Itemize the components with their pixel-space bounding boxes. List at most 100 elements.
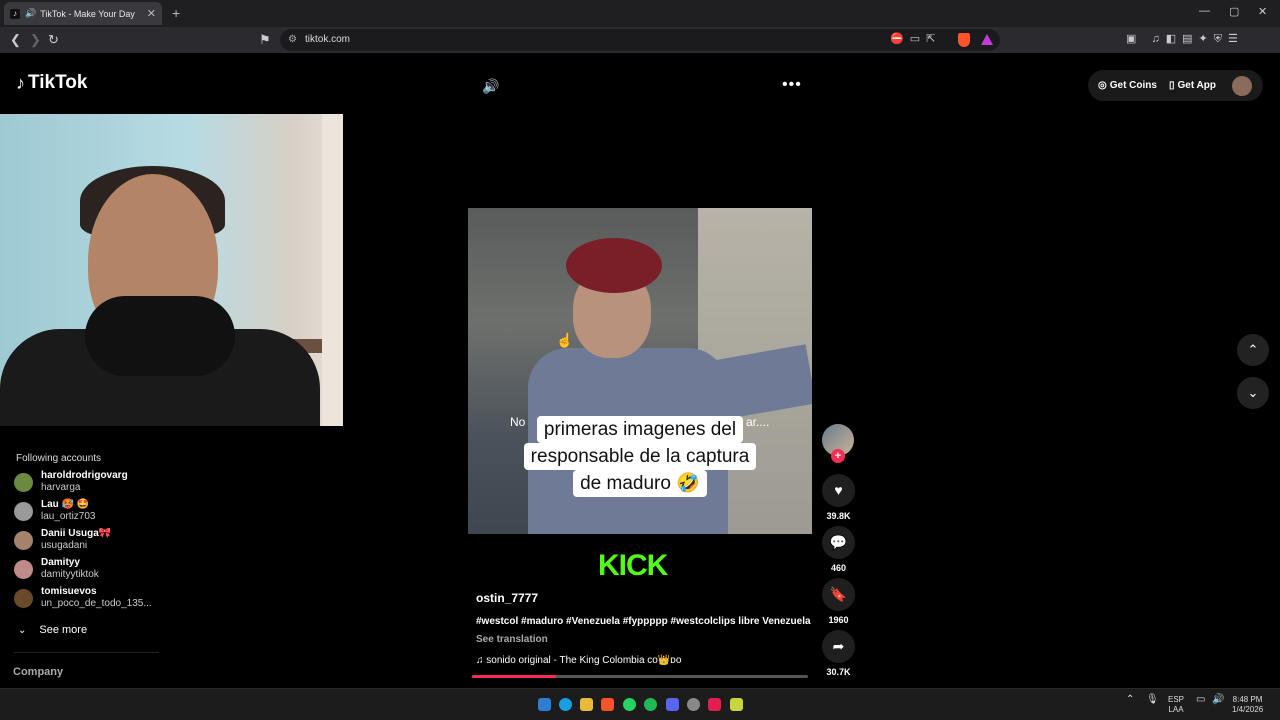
- video-progress-bar[interactable]: [472, 675, 808, 678]
- brave-icon[interactable]: [601, 698, 614, 711]
- video-description[interactable]: #westcol #maduro #Venezuela #fyppppp #we…: [476, 616, 811, 627]
- previous-video-button[interactable]: ⌃: [1237, 334, 1269, 366]
- app-icon[interactable]: [708, 698, 721, 711]
- browser-titlebar: ♪ 🔊 TikTok - Make Your Day ✕ + — ▢ ✕: [0, 0, 1280, 27]
- extension-icons[interactable]: ▣ ♫◧▤✦⛨☰: [1126, 32, 1244, 46]
- sound-label: sonido original - The King Colombia co👑ᴅ…: [486, 655, 682, 666]
- get-app-label: Get App: [1177, 80, 1216, 91]
- like-count: 39.8K: [826, 511, 851, 521]
- browser-toolbar: ❮ ❯ ↻ ⚑ ⚙ tiktok.com ⛔▭⇱ ▣ ♫◧▤✦⛨☰: [0, 27, 1280, 53]
- obs-icon[interactable]: [687, 698, 700, 711]
- top-right-actions: ◎ Get Coins ▯ Get App: [1088, 70, 1263, 101]
- maximize-button[interactable]: ▢: [1229, 5, 1239, 18]
- forward-icon[interactable]: ❯: [30, 32, 41, 48]
- logo-text: TikTok: [28, 72, 88, 93]
- get-coins-label: Get Coins: [1109, 80, 1157, 91]
- whatsapp-icon[interactable]: [623, 698, 636, 711]
- page-action-icons[interactable]: ⛔▭⇱: [890, 32, 941, 45]
- caption-line: primeras imagenes del: [536, 416, 744, 443]
- reload-icon[interactable]: ↻: [48, 32, 59, 48]
- video-progress-fill: [472, 675, 556, 678]
- volume-tray-icon[interactable]: 🔊: [1212, 695, 1224, 705]
- language-bottom: LAA: [1168, 705, 1184, 714]
- account-name: Danii Usuga🎀: [41, 528, 112, 539]
- account-avatar: [14, 472, 33, 492]
- browser-tab[interactable]: ♪ 🔊 TikTok - Make Your Day ✕: [4, 2, 162, 25]
- heart-icon: ♥: [834, 482, 843, 498]
- sound-link[interactable]: ♫ sonido original - The King Colombia co…: [476, 655, 681, 666]
- video-beret: [566, 238, 662, 293]
- microphone-icon[interactable]: 🎙: [1146, 695, 1159, 705]
- account-name: haroldrodrigovarg: [41, 470, 128, 481]
- chevron-down-icon: ⌄: [1247, 385, 1259, 400]
- tiktok-logo[interactable]: ♪ TikTok: [16, 72, 87, 94]
- network-icon[interactable]: ▭: [1196, 695, 1205, 705]
- bookmark-icon[interactable]: ⚑: [259, 32, 271, 48]
- volume-icon[interactable]: 🔊: [482, 78, 499, 95]
- account-name: Lau 🥵 🤩: [41, 499, 90, 510]
- app-icon[interactable]: [730, 698, 743, 711]
- following-account[interactable]: haroldrodrigovarg harvarga: [14, 468, 128, 496]
- account-handle: lau_ortiz703: [41, 511, 96, 522]
- following-heading: Following accounts: [16, 453, 102, 464]
- comment-icon: 💬: [829, 534, 848, 550]
- get-app-button[interactable]: ▯ Get App: [1169, 80, 1216, 91]
- following-account[interactable]: tomisuevos un_poco_de_todo_135...: [14, 584, 152, 612]
- chevron-down-icon: ⌄: [18, 625, 27, 636]
- spotify-icon[interactable]: [644, 698, 657, 711]
- clock[interactable]: 8:48 PM 1/4/2026: [1232, 695, 1263, 715]
- account-avatar: [14, 559, 33, 579]
- next-video-button[interactable]: ⌄: [1237, 377, 1269, 409]
- share-icon: ➦: [832, 638, 845, 654]
- language-top: ESP: [1168, 695, 1185, 704]
- save-count: 1960: [828, 615, 849, 625]
- back-icon[interactable]: ❮: [10, 32, 21, 48]
- url-text: tiktok.com: [305, 34, 351, 45]
- get-coins-button[interactable]: ◎ Get Coins: [1098, 80, 1157, 91]
- following-account[interactable]: Damityy damityytiktok: [14, 555, 99, 583]
- share-button[interactable]: ➦: [822, 630, 855, 663]
- tab-close-button[interactable]: ✕: [147, 7, 156, 20]
- window-close-button[interactable]: ✕: [1258, 5, 1267, 18]
- share-count: 30.7K: [826, 667, 851, 677]
- creator-username[interactable]: ostin_7777: [476, 591, 538, 605]
- save-button[interactable]: 🔖: [822, 578, 855, 611]
- webcam-overlay: [0, 114, 343, 426]
- see-translation-link[interactable]: See translation: [476, 634, 548, 645]
- discord-icon[interactable]: [666, 698, 679, 711]
- tray-chevron-icon[interactable]: ⌃: [1126, 695, 1134, 705]
- windows-start-icon[interactable]: [538, 698, 551, 711]
- company-section[interactable]: Company: [13, 666, 63, 678]
- tab-audio-icon[interactable]: 🔊: [25, 8, 36, 19]
- file-explorer-icon[interactable]: [580, 698, 593, 711]
- caption-line: de maduro 🤣: [573, 470, 707, 497]
- following-account[interactable]: Danii Usuga🎀 usugadani: [14, 526, 111, 554]
- caption-line: responsable de la captura: [523, 443, 757, 470]
- account-avatar: [14, 588, 33, 608]
- brave-rewards-icon[interactable]: [981, 34, 993, 45]
- new-tab-button[interactable]: +: [172, 5, 180, 21]
- brave-shields-icon[interactable]: [958, 33, 970, 47]
- edge-icon[interactable]: [559, 698, 572, 711]
- account-avatar: [14, 501, 33, 521]
- bookmark-icon: 🔖: [829, 586, 848, 602]
- video-caption-overlay: primeras imagenes del responsable de la …: [513, 416, 767, 497]
- profile-avatar[interactable]: [1232, 75, 1252, 96]
- language-indicator[interactable]: ESP LAA: [1168, 695, 1184, 715]
- see-more-button[interactable]: ⌄ See more: [18, 624, 87, 636]
- minimize-button[interactable]: —: [1199, 5, 1210, 17]
- like-button[interactable]: ♥: [822, 474, 855, 507]
- account-handle: harvarga: [41, 482, 81, 493]
- chevron-up-icon: ⌃: [1247, 342, 1259, 357]
- account-avatar: [14, 530, 33, 550]
- hand-cursor-icon: ☝: [556, 332, 574, 348]
- follow-plus-icon[interactable]: +: [831, 449, 845, 463]
- phone-icon: ▯: [1168, 80, 1175, 91]
- following-account[interactable]: Lau 🥵 🤩 lau_ortiz703: [14, 497, 95, 525]
- comment-button[interactable]: 💬: [822, 526, 855, 559]
- site-info-icon[interactable]: ⚙: [288, 29, 297, 51]
- webcam-door: [322, 114, 343, 426]
- more-options-icon[interactable]: •••: [782, 76, 802, 94]
- tab-title: TikTok - Make Your Day: [40, 8, 135, 19]
- tiktok-note-icon: ♪: [16, 72, 25, 93]
